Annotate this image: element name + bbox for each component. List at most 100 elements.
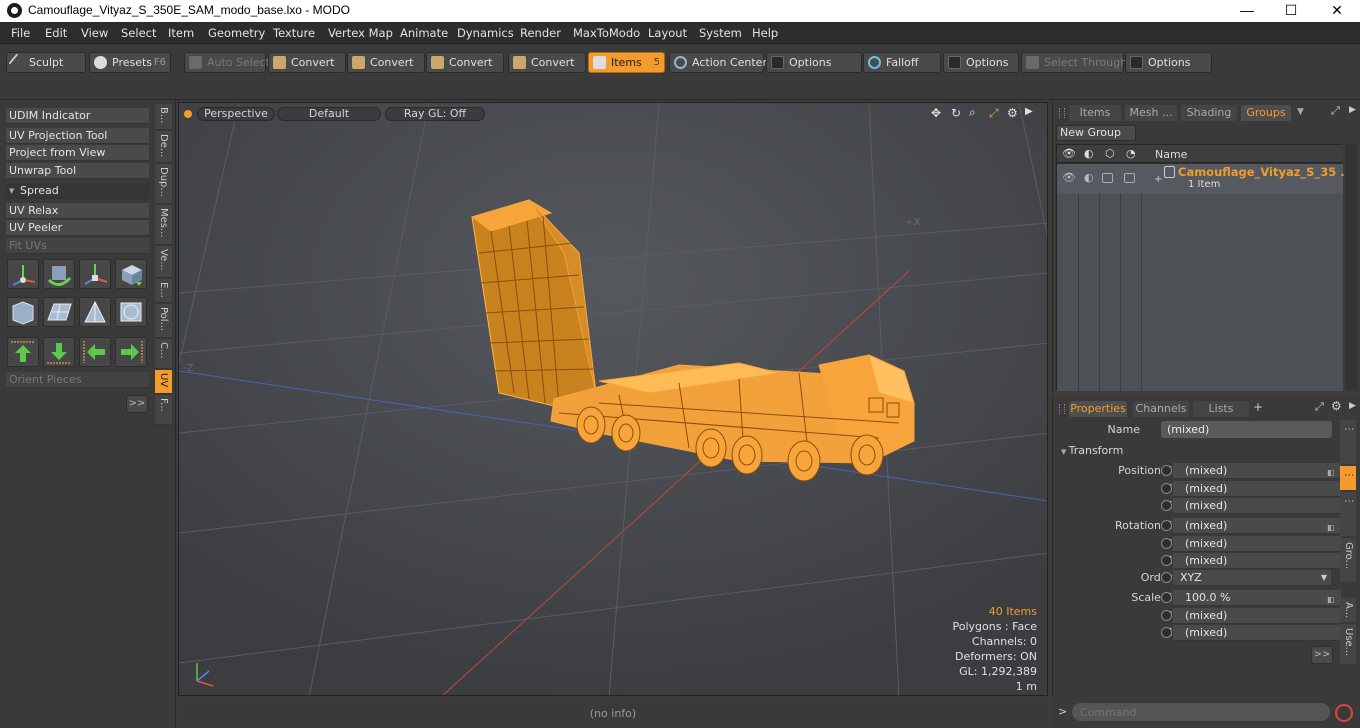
menu-file[interactable]: File	[11, 26, 30, 40]
3d-viewport[interactable]: -Z +X Perspective Default Ray GL: Off ✥ …	[178, 102, 1048, 696]
menu-edit[interactable]: Edit	[45, 26, 67, 40]
pan-icon[interactable]: ✥	[931, 106, 941, 120]
visibility-column-icon[interactable]: 👁	[1062, 147, 1076, 160]
select-toggle[interactable]	[1124, 173, 1135, 183]
uv-move-tool-icon[interactable]	[7, 259, 39, 289]
fit-uvs-button[interactable]: Fit UVs	[6, 238, 149, 254]
command-input[interactable]	[1072, 703, 1330, 721]
tab-curve[interactable]: C...	[155, 339, 172, 369]
select-column-icon[interactable]: ◔	[1126, 147, 1136, 160]
uv-transform-tool-icon[interactable]	[115, 259, 147, 289]
zoom-icon[interactable]: ⌕	[969, 105, 976, 120]
tab-duplicate[interactable]: Dup...	[155, 164, 172, 204]
groups-scrollbar[interactable]	[1345, 144, 1357, 390]
action-center-options-button[interactable]: Options	[766, 52, 862, 73]
convert-items-button[interactable]: Convert	[508, 52, 586, 73]
order-dropdown[interactable]: XYZ ▼	[1173, 570, 1331, 586]
tab-vertex[interactable]: Ve...	[155, 246, 172, 278]
uv-rotate-tool-icon[interactable]	[43, 259, 75, 289]
scale-z-field[interactable]: (mixed)	[1173, 625, 1341, 641]
align-left-icon[interactable]	[79, 337, 111, 367]
scale-z-key-dot[interactable]	[1161, 627, 1172, 638]
unwrap-tool-button[interactable]: Unwrap Tool	[6, 163, 149, 179]
scale-x-key-dot[interactable]	[1161, 592, 1172, 603]
menu-render[interactable]: Render	[520, 26, 561, 40]
position-z-field[interactable]: (mixed)	[1173, 498, 1341, 514]
position-x-field[interactable]: (mixed) ◧	[1173, 463, 1341, 479]
close-button[interactable]: ✕	[1314, 0, 1360, 22]
panel-expand-icon[interactable]: ▶	[1349, 105, 1356, 115]
tab-basic[interactable]: B...	[155, 104, 172, 130]
align-down-icon[interactable]	[43, 337, 75, 367]
select-through-button[interactable]: Select Through	[1021, 52, 1127, 73]
uv-cylinder-projection-icon[interactable]	[79, 297, 111, 327]
tab-properties[interactable]: Properties	[1069, 401, 1127, 417]
rotation-z-key-dot[interactable]	[1161, 555, 1172, 566]
minimize-button[interactable]: —	[1224, 0, 1270, 22]
uv-scale-tool-icon[interactable]	[79, 259, 111, 289]
presets-button[interactable]: Presets F6	[89, 52, 171, 73]
group-name[interactable]: Camouflage_Vityaz_S_35 ...	[1178, 165, 1353, 179]
order-key-dot[interactable]	[1161, 572, 1172, 583]
menu-view[interactable]: View	[81, 26, 108, 40]
name-field[interactable]: (mixed)	[1161, 421, 1332, 438]
lock-column-icon[interactable]: ⬡	[1105, 147, 1115, 160]
action-center-button[interactable]: Action Center	[669, 52, 767, 73]
rotation-z-field[interactable]: (mixed)	[1173, 553, 1341, 569]
prop-side-tab-active[interactable]: ⋮	[1340, 466, 1356, 490]
convert-edges-button[interactable]: Convert	[347, 52, 425, 73]
tab-deform[interactable]: De...	[155, 131, 172, 163]
udim-indicator-button[interactable]: UDIM Indicator	[6, 108, 149, 124]
position-y-key-dot[interactable]	[1161, 483, 1172, 494]
viewport-expand-icon[interactable]: ▶	[1025, 106, 1033, 117]
tab-uv[interactable]: UV	[155, 370, 172, 394]
uv-planar-projection-icon[interactable]	[43, 297, 75, 327]
menu-item[interactable]: Item	[168, 26, 194, 40]
menu-dynamics[interactable]: Dynamics	[457, 26, 514, 40]
tab-channels[interactable]: Channels	[1133, 401, 1189, 417]
fit-view-icon[interactable]: ⤢	[989, 106, 999, 121]
render-column-icon[interactable]: ◐	[1084, 147, 1094, 160]
tab-shading[interactable]: Shading	[1181, 105, 1237, 121]
convert-vertices-button[interactable]: Convert	[268, 52, 346, 73]
visibility-toggle-icon[interactable]: 👁	[1062, 171, 1076, 184]
menu-maxtomodo[interactable]: MaxToModo	[573, 26, 640, 40]
scale-y-key-dot[interactable]	[1161, 610, 1172, 621]
menu-layout[interactable]: Layout	[648, 26, 687, 40]
uv-relax-button[interactable]: UV Relax	[6, 203, 149, 219]
more-properties-button[interactable]: >>	[1311, 646, 1333, 664]
select-options-button[interactable]: Options	[1125, 52, 1212, 73]
tab-lists[interactable]: Lists	[1193, 401, 1249, 417]
new-group-button[interactable]: New Group	[1056, 125, 1136, 141]
project-from-view-button[interactable]: Project from View	[6, 145, 149, 161]
prop-side-tab-2[interactable]: ⋮	[1340, 492, 1356, 536]
prop-side-tab-groups[interactable]: Gro...	[1340, 538, 1356, 582]
menu-vertex-map[interactable]: Vertex Map	[328, 26, 393, 40]
tab-edge[interactable]: E...	[155, 279, 172, 303]
sculpt-button[interactable]: Sculpt	[6, 52, 86, 73]
prop-side-tab-1[interactable]: ⋮	[1340, 420, 1356, 464]
align-up-icon[interactable]	[7, 337, 39, 367]
menu-texture[interactable]: Texture	[273, 26, 315, 40]
menu-help[interactable]: Help	[752, 26, 778, 40]
uv-box-projection-icon[interactable]	[7, 297, 39, 327]
name-column-header[interactable]: Name	[1155, 148, 1187, 161]
panel-settings-icon[interactable]: ⚙	[1331, 399, 1342, 413]
uv-sphere-projection-icon[interactable]	[115, 297, 147, 327]
prop-side-tab-a[interactable]: A...	[1340, 598, 1356, 622]
lock-toggle[interactable]	[1102, 173, 1113, 183]
uv-peeler-button[interactable]: UV Peeler	[6, 220, 149, 236]
view-type-dropdown[interactable]: Perspective	[197, 107, 275, 121]
viewport-settings-icon[interactable]: ⚙	[1007, 106, 1018, 120]
group-row[interactable]: 👁 ◐ + Camouflage_Vityaz_S_35 ... 1 Item	[1057, 164, 1353, 194]
menu-select[interactable]: Select	[121, 26, 156, 40]
position-x-key-dot[interactable]	[1161, 465, 1172, 476]
viewport-menu-dot[interactable]	[184, 110, 192, 118]
rotation-y-field[interactable]: (mixed)	[1173, 536, 1341, 552]
maximize-button[interactable]: ☐	[1268, 0, 1314, 22]
panel-maximize-icon[interactable]: ⤢	[1315, 400, 1324, 414]
menu-system[interactable]: System	[699, 26, 742, 40]
tab-mesh[interactable]: Mesh ...	[1125, 105, 1177, 121]
record-macro-icon[interactable]	[1335, 704, 1353, 722]
tab-items[interactable]: Items	[1069, 105, 1121, 121]
